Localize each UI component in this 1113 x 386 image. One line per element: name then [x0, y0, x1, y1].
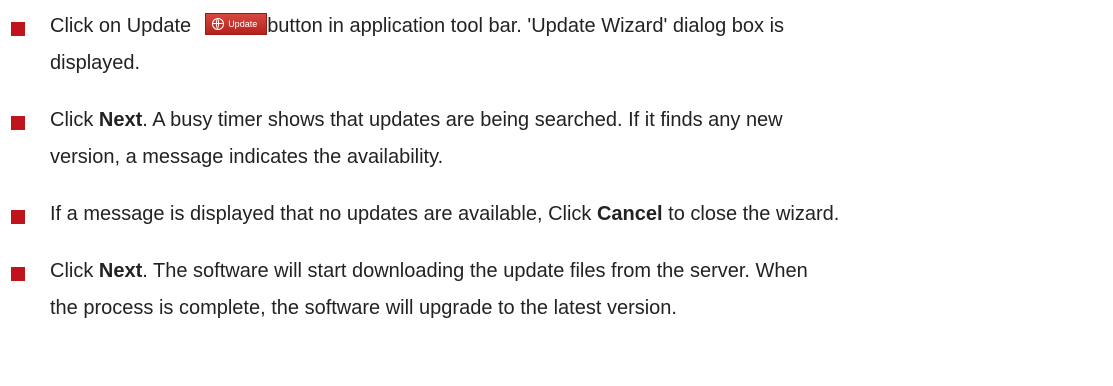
update-button[interactable]: Update: [205, 13, 268, 35]
item-line: Click Next. A busy timer shows that upda…: [50, 102, 1100, 139]
item-text: If a message is displayed that no update…: [50, 196, 1100, 233]
text-segment: button in application tool bar. 'Update …: [267, 15, 785, 37]
text-segment: to close the wizard.: [668, 203, 840, 225]
item-line: the process is complete, the software wi…: [50, 297, 677, 319]
text-segment: Click: [50, 109, 94, 131]
text-segment: . The software will start downloading th…: [142, 260, 808, 282]
text-segment: . A busy timer shows that updates are be…: [142, 109, 783, 131]
instruction-list: Click on Update Update button in applicati…: [0, 0, 1113, 386]
bullet-square-icon: [11, 210, 25, 224]
text-segment: Click on Update: [50, 15, 192, 37]
globe-icon: [212, 18, 225, 30]
bullet-square-icon: [11, 267, 25, 281]
bold-term: Next: [98, 109, 143, 131]
bullet-square-icon: [11, 116, 25, 130]
item-line: Click on Update Update button in applicati…: [50, 8, 1100, 45]
item-line: If a message is displayed that no update…: [50, 196, 1100, 233]
update-button-label: Update: [228, 19, 258, 29]
text-segment: If a message is displayed that no update…: [50, 203, 592, 225]
item-text: Click Next. The software will start down…: [50, 253, 1100, 327]
bold-term: Next: [98, 260, 143, 282]
bold-term: Cancel: [596, 203, 663, 225]
item-text: Click on Update Update button in applicati…: [50, 8, 1100, 82]
item-line: Click Next. The software will start down…: [50, 253, 1100, 290]
item-text: Click Next. A busy timer shows that upda…: [50, 102, 1100, 176]
text-segment: Click: [50, 260, 94, 282]
bullet-square-icon: [11, 22, 25, 36]
item-line: version, a message indicates the availab…: [50, 146, 444, 168]
item-line: displayed.: [50, 52, 141, 74]
